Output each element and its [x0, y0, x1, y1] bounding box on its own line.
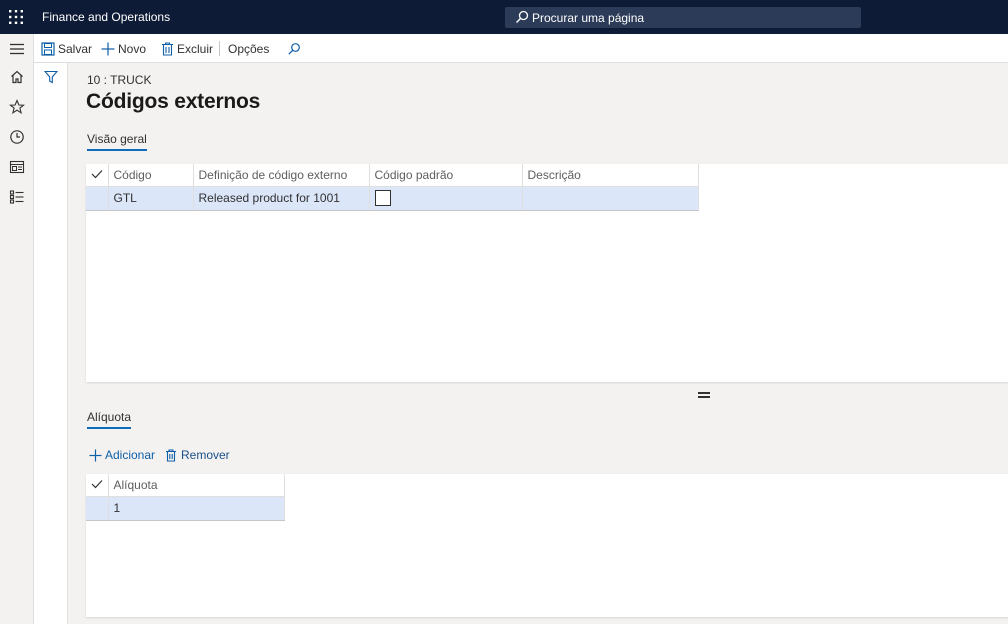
table-row[interactable]: 1	[86, 496, 285, 521]
search-placeholder: Procurar uma página	[532, 11, 645, 25]
grid-header-row: Código Definição de código externo Códig…	[86, 164, 699, 187]
options-label: Opções	[228, 41, 270, 56]
tab-rate[interactable]: Alíquota	[87, 410, 132, 429]
grid-header-row: Alíquota	[86, 474, 285, 497]
clock-icon[interactable]	[7, 127, 27, 147]
select-all-checkbox[interactable]	[86, 474, 109, 497]
action-bar: Salvar Novo Excluir Opções	[34, 34, 1008, 63]
cell-code[interactable]: GTL	[108, 186, 194, 211]
app-launcher-icon[interactable]	[8, 9, 24, 25]
options-button[interactable]: Opções	[228, 34, 269, 63]
row-selector[interactable]	[86, 496, 109, 521]
overview-grid: Código Definição de código externo Códig…	[86, 164, 699, 211]
filter-icon[interactable]	[44, 70, 58, 84]
menu-icon[interactable]	[7, 39, 27, 59]
save-button[interactable]: Salvar	[41, 34, 92, 63]
workspace-icon[interactable]	[7, 157, 27, 177]
cell-definition[interactable]: Released product for 1001	[193, 186, 370, 211]
overview-grid-panel: Código Definição de código externo Códig…	[86, 164, 1008, 382]
main-content: 10 : TRUCK Códigos externos Visão geral …	[68, 63, 1008, 624]
checkmark-icon	[91, 169, 103, 179]
filter-pane	[34, 63, 68, 624]
home-icon[interactable]	[7, 67, 27, 87]
cell-default[interactable]	[369, 186, 523, 211]
delete-label: Excluir	[177, 41, 214, 56]
checkmark-icon	[91, 479, 103, 489]
column-header-default[interactable]: Código padrão	[369, 164, 523, 187]
trash-icon	[162, 41, 173, 56]
column-header-description[interactable]: Descrição	[522, 164, 699, 187]
pane-splitter[interactable]	[698, 392, 710, 398]
find-button[interactable]	[287, 34, 304, 63]
tab-overview[interactable]: Visão geral	[87, 132, 147, 151]
column-header-rate[interactable]: Alíquota	[108, 474, 285, 497]
trash-icon	[166, 448, 176, 462]
list-icon[interactable]	[7, 187, 27, 207]
remove-button[interactable]: Remover	[165, 448, 230, 462]
toolbar-separator	[219, 41, 220, 56]
save-label: Salvar	[58, 41, 93, 56]
column-header-code[interactable]: Código	[108, 164, 194, 187]
new-label: Novo	[118, 41, 147, 56]
search-input[interactable]: Procurar uma página	[505, 7, 861, 28]
record-caption: 10 : TRUCK	[87, 73, 152, 87]
add-label: Adicionar	[105, 448, 156, 462]
left-navigation	[0, 34, 34, 624]
plus-icon	[89, 449, 102, 461]
cell-rate[interactable]: 1	[108, 496, 285, 521]
plus-icon	[101, 42, 115, 55]
new-button[interactable]: Novo	[101, 34, 146, 63]
cell-description[interactable]	[522, 186, 699, 211]
page-title: Códigos externos	[86, 90, 261, 113]
rate-grid-panel: Alíquota 1	[86, 474, 1008, 617]
default-checkbox[interactable]	[374, 190, 391, 206]
search-icon	[516, 10, 529, 23]
app-title[interactable]: Finance and Operations	[42, 10, 170, 24]
star-icon[interactable]	[7, 97, 27, 117]
top-bar: Finance and Operations Procurar uma pági…	[0, 0, 1008, 34]
row-selector[interactable]	[86, 186, 109, 211]
save-icon	[41, 41, 55, 56]
add-button[interactable]: Adicionar	[89, 448, 155, 462]
search-icon	[288, 42, 300, 55]
column-header-definition[interactable]: Definição de código externo	[193, 164, 370, 187]
delete-button[interactable]: Excluir	[161, 34, 213, 63]
rate-grid: Alíquota 1	[86, 474, 285, 521]
remove-label: Remover	[181, 448, 230, 462]
table-row[interactable]: GTL Released product for 1001	[86, 186, 699, 211]
select-all-checkbox[interactable]	[86, 164, 109, 187]
